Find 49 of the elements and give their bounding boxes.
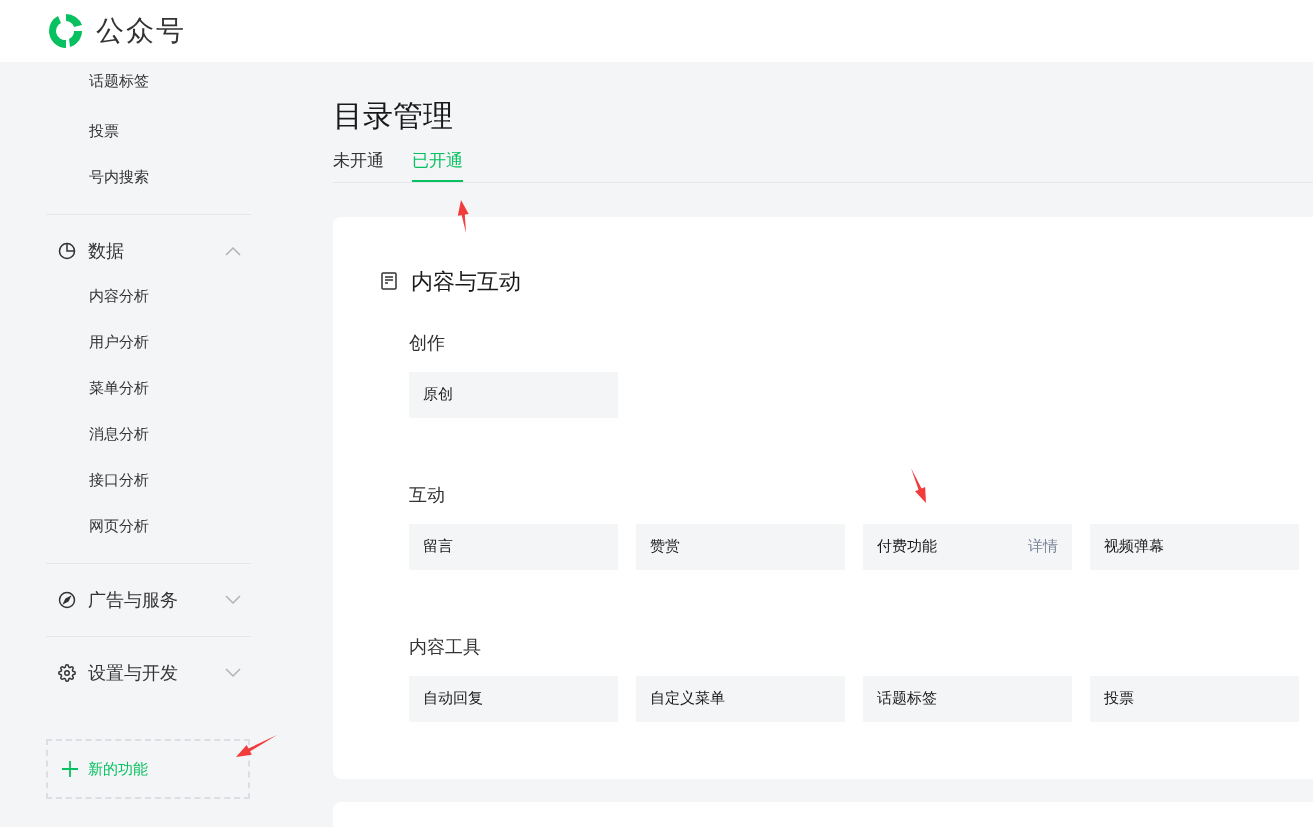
feature-tile[interactable]: 原创 <box>409 371 618 418</box>
annotation-arrow <box>911 468 926 503</box>
sidebar-group[interactable]: 广告与服务 <box>46 578 251 622</box>
sidebar-item[interactable]: 投票 <box>46 108 251 154</box>
feature-label: 自动回复 <box>423 688 483 709</box>
feature-label: 自定义菜单 <box>650 688 725 709</box>
sidebar-group[interactable]: 数据 <box>46 229 251 273</box>
feature-label: 话题标签 <box>877 688 937 709</box>
feature-tile[interactable]: 投票 <box>1090 675 1299 722</box>
feature-tile[interactable]: 自动回复 <box>409 675 618 722</box>
annotation-arrow <box>457 200 469 233</box>
section-title: 创作 <box>409 331 445 355</box>
sidebar-item[interactable]: 菜单分析 <box>46 365 251 411</box>
feature-tile[interactable]: 视频弹幕 <box>1090 523 1299 570</box>
card-title: 内容与互动 <box>411 267 521 296</box>
chevron-down-icon <box>225 595 241 605</box>
section-title: 内容工具 <box>409 635 481 659</box>
pie-chart-icon <box>58 242 76 260</box>
feature-tile[interactable]: 自定义菜单 <box>636 675 845 722</box>
brand-name: 公众号 <box>96 14 186 48</box>
sidebar-item[interactable]: 接口分析 <box>46 457 251 503</box>
settings-icon <box>58 664 76 682</box>
sidebar-item[interactable]: 号内搜索 <box>46 154 251 200</box>
feature-label: 留言 <box>423 536 453 557</box>
feature-label: 赞赏 <box>650 536 680 557</box>
chevron-up-icon <box>225 246 241 256</box>
section-title: 互动 <box>409 483 445 507</box>
feature-label: 视频弹幕 <box>1104 536 1164 557</box>
feature-label: 投票 <box>1104 688 1134 709</box>
compass-icon <box>58 591 76 609</box>
tab[interactable]: 未开通 <box>333 148 384 182</box>
sidebar-group[interactable]: 设置与开发 <box>46 651 251 695</box>
chevron-down-icon <box>225 668 241 678</box>
annotation-arrow <box>236 735 277 757</box>
feature-tile[interactable]: 话题标签 <box>863 675 1072 722</box>
feature-tile[interactable]: 付费功能 详情 <box>863 523 1072 570</box>
feature-tile[interactable]: 赞赏 <box>636 523 845 570</box>
sidebar-item[interactable]: 话题标签 <box>46 62 251 108</box>
sidebar-item[interactable]: 消息分析 <box>46 411 251 457</box>
details-link[interactable]: 详情 <box>1028 535 1058 558</box>
feature-label: 付费功能 <box>877 536 937 557</box>
document-icon <box>381 272 397 290</box>
feature-tile[interactable]: 留言 <box>409 523 618 570</box>
sidebar-item[interactable]: 网页分析 <box>46 503 251 549</box>
page-title: 目录管理 <box>333 98 454 134</box>
plus-icon <box>62 761 78 777</box>
sidebar-item[interactable]: 用户分析 <box>46 319 251 365</box>
sidebar-item[interactable]: 内容分析 <box>46 273 251 319</box>
feature-label: 原创 <box>423 384 453 405</box>
